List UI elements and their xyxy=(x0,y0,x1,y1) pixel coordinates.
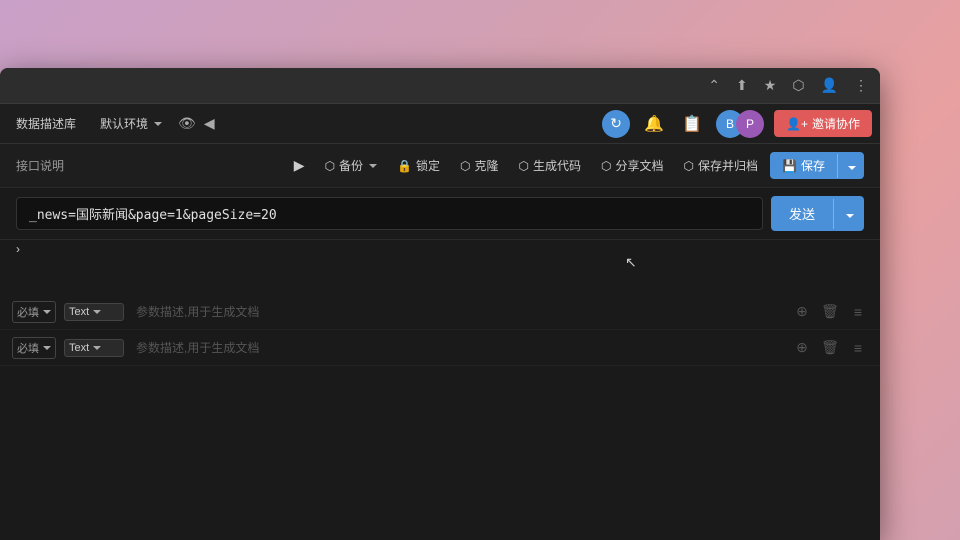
doc-icon[interactable]: 📋 xyxy=(678,110,706,138)
cursor-position: › xyxy=(0,234,36,264)
more-icon[interactable]: ⋮ xyxy=(854,77,868,94)
param-icons-2: ⊕ 🗑 ≡ xyxy=(792,338,868,358)
browser-window: ⌃ ⬆ ★ ⬡ 👤 ⋮ 数据描述库 默认环境 👁 ◀ ↻ 🔔 📋 B xyxy=(0,68,880,540)
profile-icon[interactable]: 👤 xyxy=(821,77,838,94)
lock-icon: 🔒 xyxy=(397,159,412,173)
params-area: 必填 Text 参数描述,用于生成文档 ⊕ 🗑 ≡ 必填 Text xyxy=(0,290,880,370)
param-row: 必填 Text 参数描述,用于生成文档 ⊕ 🗑 ≡ xyxy=(0,294,880,330)
send-main-button[interactable]: 发送 xyxy=(771,196,833,231)
param-menu-icon-2[interactable]: ≡ xyxy=(848,338,868,358)
backup-button[interactable]: ⬡ 备份 xyxy=(317,153,386,178)
play-icon: ▶ xyxy=(294,157,305,173)
send-button-group: 发送 xyxy=(771,196,864,231)
sync-button[interactable]: ↻ xyxy=(602,110,630,138)
save-chevron-icon xyxy=(848,166,856,170)
required-badge-1[interactable]: 必填 xyxy=(12,301,56,323)
interface-desc-label: 接口说明 xyxy=(16,157,64,174)
db-nav-item[interactable]: 数据描述库 xyxy=(8,111,84,136)
person-plus-icon: 👤+ xyxy=(786,117,808,131)
backup-icon: ⬡ xyxy=(325,159,335,173)
param-delete-icon-2[interactable]: 🗑 xyxy=(820,338,840,358)
action-toolbar: 接口说明 ▶ ⬡ 备份 🔒 锁定 ⬡ 克隆 ⬡ 生成代码 ⬡ 分享文档 ⬡ 保存… xyxy=(0,144,880,188)
invite-button[interactable]: 👤+ 邀请协作 xyxy=(774,110,872,137)
eye-icon[interactable]: 👁 xyxy=(178,115,196,132)
clone-icon: ⬡ xyxy=(460,159,470,173)
puzzle-icon[interactable]: ⬡ xyxy=(792,77,804,94)
minimize-btn[interactable]: ⌃ xyxy=(708,77,720,94)
type-chevron-icon-1 xyxy=(93,310,101,314)
toolbar-right: ↻ 🔔 📋 B P 👤+ 邀请协作 xyxy=(602,110,872,138)
app-toolbar: 数据描述库 默认环境 👁 ◀ ↻ 🔔 📋 B P 👤+ xyxy=(0,104,880,144)
generate-code-button[interactable]: ⬡ 生成代码 xyxy=(511,153,590,178)
share-icon[interactable]: ⬆ xyxy=(736,77,748,94)
type-chevron-icon-2 xyxy=(93,346,101,350)
code-icon: ⬡ xyxy=(519,159,529,173)
param-delete-icon-1[interactable]: 🗑 xyxy=(820,302,840,322)
send-chevron-icon xyxy=(846,214,854,218)
save-button-group: 💾 保存 xyxy=(770,152,864,179)
bell-icon[interactable]: 🔔 xyxy=(640,110,668,138)
bookmark-icon[interactable]: ★ xyxy=(764,77,777,94)
clone-button[interactable]: ⬡ 克隆 xyxy=(452,153,507,178)
lock-button[interactable]: 🔒 锁定 xyxy=(389,153,448,178)
save-dropdown-button[interactable] xyxy=(837,154,864,178)
db-label: 数据描述库 xyxy=(16,115,76,132)
mouse-cursor-icon: ↖ xyxy=(625,254,637,271)
sync-icon: ↻ xyxy=(610,115,622,132)
share-doc-button[interactable]: ⬡ 分享文档 xyxy=(593,153,672,178)
browser-topbar: ⌃ ⬆ ★ ⬡ 👤 ⋮ xyxy=(0,68,880,104)
param-add-icon-1[interactable]: ⊕ xyxy=(792,302,812,322)
send-dropdown-button[interactable] xyxy=(833,199,864,229)
env-label: 默认环境 xyxy=(100,115,148,132)
param-row: 必填 Text 参数描述,用于生成文档 ⊕ 🗑 ≡ xyxy=(0,330,880,366)
param-menu-icon-1[interactable]: ≡ xyxy=(848,302,868,322)
share-icon: ⬡ xyxy=(601,159,611,173)
cursor-area: › ↖ xyxy=(0,240,880,290)
type-select-1[interactable]: Text xyxy=(64,303,124,321)
save-icon: 💾 xyxy=(782,159,797,173)
chevron-up-icon: ⌃ xyxy=(708,77,720,93)
url-area: 发送 xyxy=(0,188,880,240)
avatar-user2[interactable]: P xyxy=(736,110,764,138)
save-main-button[interactable]: 💾 保存 xyxy=(770,152,837,179)
param-desc-1: 参数描述,用于生成文档 xyxy=(132,303,784,320)
required-chevron-icon-1 xyxy=(43,310,51,314)
back-icon[interactable]: ◀ xyxy=(204,115,215,132)
param-desc-2: 参数描述,用于生成文档 xyxy=(132,339,784,356)
required-chevron-icon-2 xyxy=(43,346,51,350)
env-nav-item[interactable]: 默认环境 xyxy=(92,111,170,136)
param-add-icon-2[interactable]: ⊕ xyxy=(792,338,812,358)
play-button[interactable]: ▶ xyxy=(286,153,313,178)
backup-chevron-icon xyxy=(369,164,377,168)
type-select-2[interactable]: Text xyxy=(64,339,124,357)
url-input[interactable] xyxy=(16,197,763,230)
param-icons-1: ⊕ 🗑 ≡ xyxy=(792,302,868,322)
env-chevron-icon xyxy=(154,122,162,126)
required-badge-2[interactable]: 必填 xyxy=(12,337,56,359)
archive-icon: ⬡ xyxy=(684,159,694,173)
save-archive-button[interactable]: ⬡ 保存并归档 xyxy=(676,153,767,178)
